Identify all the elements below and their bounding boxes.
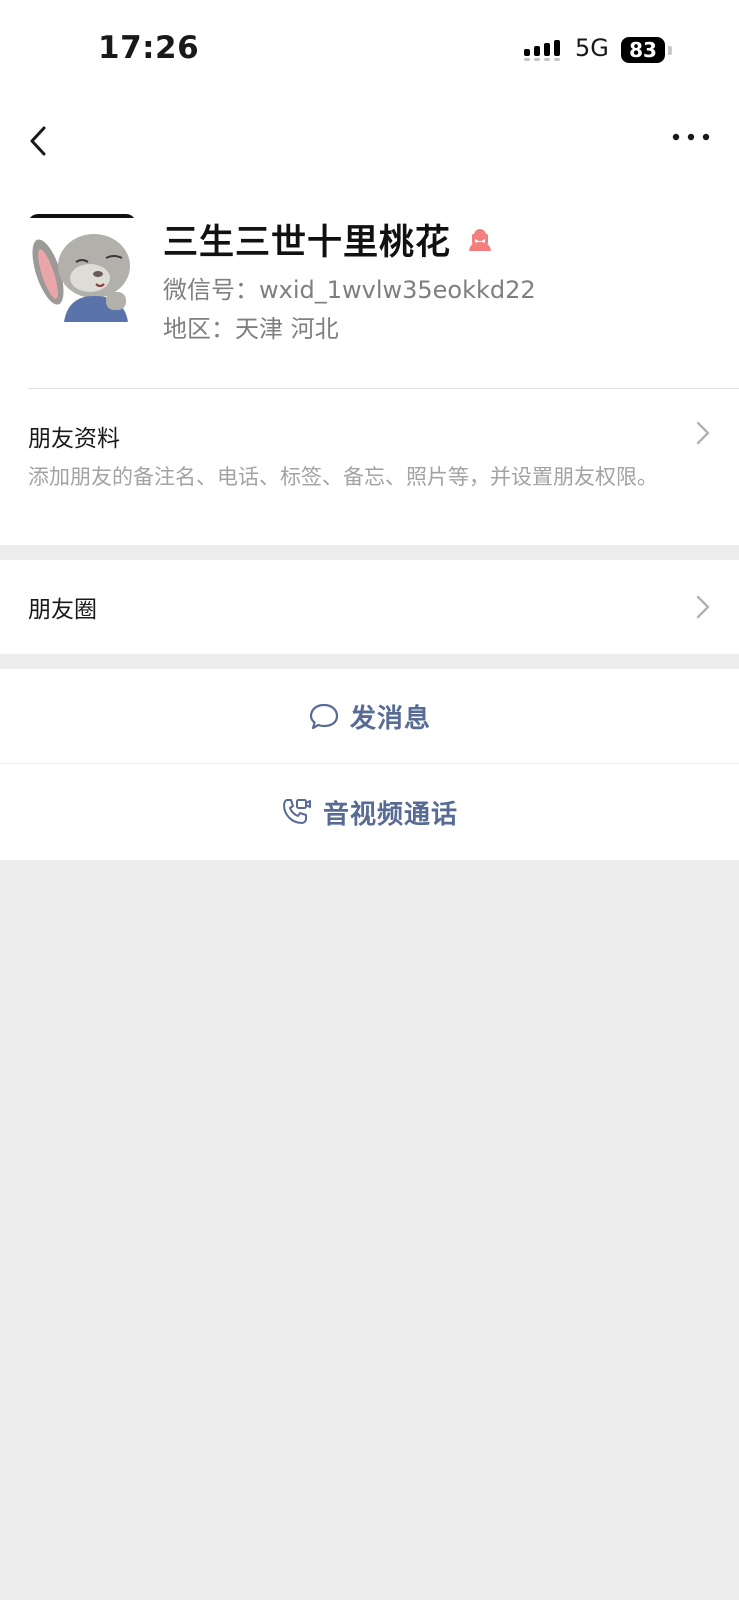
moments-row[interactable]: 朋友圈 bbox=[0, 560, 739, 654]
section-gap bbox=[0, 654, 739, 669]
back-icon[interactable] bbox=[20, 114, 64, 168]
battery-icon: 83 bbox=[621, 37, 673, 63]
contact-name: 三生三世十里桃花 bbox=[163, 223, 452, 263]
phone-video-icon bbox=[282, 799, 311, 824]
more-icon[interactable] bbox=[666, 120, 716, 160]
moments-title: 朋友圈 bbox=[28, 597, 97, 623]
video-call-button[interactable]: 音视频通话 bbox=[0, 764, 739, 860]
profile-header: 三生三世十里桃花 微信号：wxid_1wvlw35eokkd22 地区：天津 河… bbox=[0, 190, 739, 389]
video-call-label: 音视频通话 bbox=[322, 799, 458, 830]
status-time: 17:26 bbox=[98, 30, 200, 66]
friend-info-row[interactable]: 朋友资料 添加朋友的备注名、电话、标签、备忘、照片等，并设置朋友权限。 bbox=[0, 389, 739, 545]
avatar[interactable] bbox=[28, 214, 136, 322]
battery-level: 83 bbox=[629, 38, 657, 62]
chevron-right-icon bbox=[696, 421, 710, 445]
rabbit-avatar-image bbox=[28, 214, 136, 322]
wechat-id: 微信号：wxid_1wvlw35eokkd22 bbox=[163, 276, 536, 304]
send-message-label: 发消息 bbox=[349, 703, 431, 734]
status-bar: 17:26 5G 83 bbox=[0, 0, 739, 100]
section-gap bbox=[0, 545, 739, 560]
network-label: 5G bbox=[575, 34, 609, 62]
region: 地区：天津 河北 bbox=[163, 315, 339, 343]
friend-info-title: 朋友资料 bbox=[28, 426, 120, 452]
friend-info-description: 添加朋友的备注名、电话、标签、备忘、照片等，并设置朋友权限。 bbox=[28, 465, 658, 489]
chevron-right-icon bbox=[696, 595, 710, 619]
send-message-button[interactable]: 发消息 bbox=[0, 669, 739, 763]
chat-bubble-icon bbox=[309, 703, 339, 730]
nav-bar bbox=[0, 100, 739, 190]
female-icon bbox=[469, 228, 492, 251]
signal-icon bbox=[524, 40, 560, 61]
